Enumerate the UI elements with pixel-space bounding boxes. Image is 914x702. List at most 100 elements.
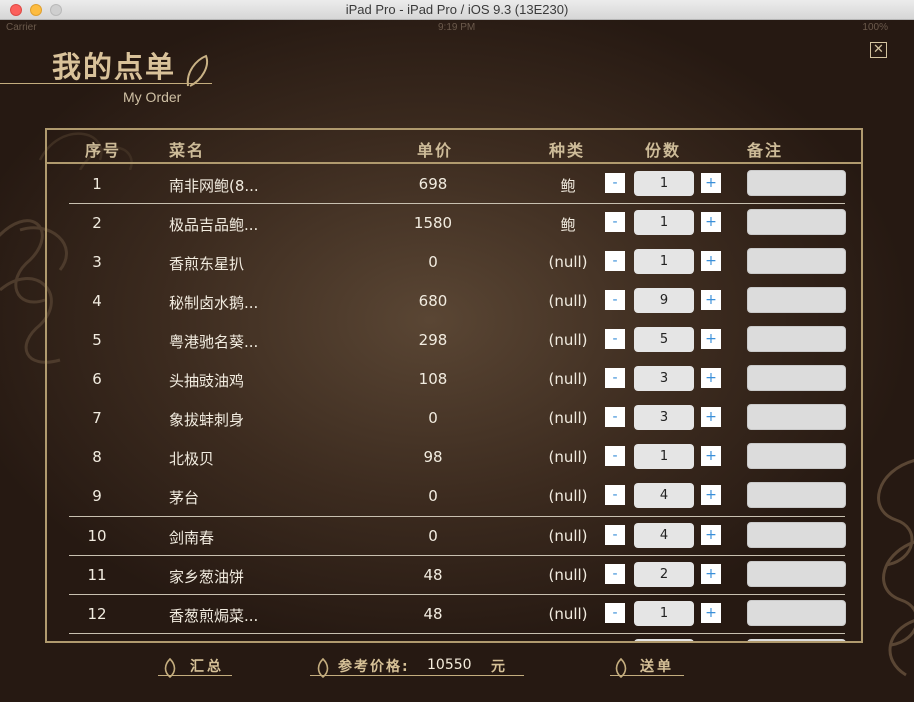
dish-name: 南非网鲍(8... xyxy=(169,177,259,195)
decrease-button[interactable]: - xyxy=(605,485,625,505)
increase-button[interactable]: + xyxy=(701,251,721,271)
quantity-field-partial xyxy=(634,639,694,641)
close-button[interactable]: ✕ xyxy=(870,42,887,58)
ref-price-label: 参考价格: xyxy=(338,659,410,675)
row-number: 6 xyxy=(92,370,102,388)
window-title: iPad Pro - iPad Pro / iOS 9.3 (13E230) xyxy=(345,2,569,17)
decrease-button[interactable]: - xyxy=(605,446,625,466)
dish-type: (null) xyxy=(548,370,588,388)
dish-name: 极品吉品鲍... xyxy=(169,216,259,234)
title-underline xyxy=(0,83,212,84)
total-price: 10550 xyxy=(427,657,472,673)
note-input[interactable] xyxy=(747,522,846,548)
increase-button[interactable]: + xyxy=(701,485,721,505)
quantity-field[interactable]: 1 xyxy=(634,444,694,469)
decrease-button[interactable]: - xyxy=(605,329,625,349)
table-row: 2 极品吉品鲍... 1580 鲍 - 1 + xyxy=(47,203,861,242)
submit-order-button[interactable]: 送单 xyxy=(640,656,674,676)
note-input[interactable] xyxy=(747,209,846,235)
increase-button[interactable]: + xyxy=(701,525,721,545)
increase-button[interactable]: + xyxy=(701,603,721,623)
quantity-field[interactable]: 4 xyxy=(634,483,694,508)
quantity-field[interactable]: 1 xyxy=(634,171,694,196)
decrease-button[interactable]: - xyxy=(605,212,625,232)
note-input[interactable] xyxy=(747,287,846,313)
simulator-window: iPad Pro - iPad Pro / iOS 9.3 (13E230) C… xyxy=(0,0,914,702)
dish-type: (null) xyxy=(548,331,588,349)
currency-unit: 元 xyxy=(491,659,505,675)
increase-button[interactable]: + xyxy=(701,173,721,193)
decrease-button[interactable]: - xyxy=(605,564,625,584)
quantity-field[interactable]: 9 xyxy=(634,288,694,313)
table-header: 序号 菜名 单价 种类 份数 备注 xyxy=(47,130,861,164)
ref-price-underline xyxy=(310,675,524,676)
dish-price: 1580 xyxy=(413,214,453,232)
increase-button[interactable]: + xyxy=(701,329,721,349)
note-input[interactable] xyxy=(747,170,846,196)
table-row: 10 剑南春 0 (null) - 4 + xyxy=(47,516,861,555)
quantity-field[interactable]: 2 xyxy=(634,562,694,587)
summary-button[interactable]: 汇总 xyxy=(190,656,224,676)
header-num: 序号 xyxy=(85,141,122,160)
page-title: 我的点单 xyxy=(52,50,177,84)
page-subtitle: My Order xyxy=(123,89,182,105)
note-input[interactable] xyxy=(747,404,846,430)
dish-name: 茅台 xyxy=(169,489,200,507)
status-time: 9:19 PM xyxy=(438,22,476,33)
increase-button[interactable]: + xyxy=(701,368,721,388)
decrease-button[interactable]: - xyxy=(605,173,625,193)
note-input[interactable] xyxy=(747,443,846,469)
dish-type: (null) xyxy=(548,253,588,271)
increase-button[interactable]: + xyxy=(701,212,721,232)
table-row: 8 北极贝 98 (null) - 1 + xyxy=(47,437,861,476)
quantity-field[interactable]: 5 xyxy=(634,327,694,352)
increase-button[interactable]: + xyxy=(701,564,721,584)
decrease-button[interactable]: - xyxy=(605,525,625,545)
table-row: 11 家乡葱油饼 48 (null) - 2 + xyxy=(47,555,861,594)
increase-button[interactable]: + xyxy=(701,407,721,427)
dish-type: (null) xyxy=(548,605,588,623)
quantity-field[interactable]: 4 xyxy=(634,523,694,548)
row-number: 12 xyxy=(87,605,107,623)
dish-name: 秘制卤水鹅... xyxy=(169,294,259,312)
note-input[interactable] xyxy=(747,482,846,508)
decrease-button[interactable]: - xyxy=(605,407,625,427)
quantity-field[interactable]: 1 xyxy=(634,601,694,626)
decrease-button[interactable]: - xyxy=(605,251,625,271)
dish-name: 头抽豉油鸡 xyxy=(169,372,245,390)
header-price: 单价 xyxy=(417,141,454,160)
table-row: 5 粤港驰名葵... 298 (null) - 5 + xyxy=(47,320,861,359)
table-row: 1 南非网鲍(8... 698 鲍 - 1 + xyxy=(47,164,861,203)
decrease-button[interactable]: - xyxy=(605,368,625,388)
dish-name: 象拔蚌刺身 xyxy=(169,411,245,429)
increase-button[interactable]: + xyxy=(701,446,721,466)
quantity-field[interactable]: 1 xyxy=(634,249,694,274)
decrease-button[interactable]: - xyxy=(605,290,625,310)
note-input[interactable] xyxy=(747,248,846,274)
note-input[interactable] xyxy=(747,365,846,391)
note-input[interactable] xyxy=(747,326,846,352)
table-row: 4 秘制卤水鹅... 680 (null) - 9 + xyxy=(47,281,861,320)
dish-price: 0 xyxy=(428,487,438,505)
quantity-field[interactable]: 3 xyxy=(634,366,694,391)
row-number: 1 xyxy=(92,175,102,193)
quantity-field[interactable]: 1 xyxy=(634,210,694,235)
note-input[interactable] xyxy=(747,561,846,587)
note-input-partial xyxy=(747,639,846,641)
dish-price: 0 xyxy=(428,409,438,427)
dish-price: 298 xyxy=(418,331,448,349)
quantity-field[interactable]: 3 xyxy=(634,405,694,430)
dish-name: 香葱煎焗菜... xyxy=(169,607,259,625)
increase-button[interactable]: + xyxy=(701,290,721,310)
header-type: 种类 xyxy=(549,141,586,160)
dish-price: 698 xyxy=(418,175,448,193)
table-row: 6 头抽豉油鸡 108 (null) - 3 + xyxy=(47,359,861,398)
row-number: 7 xyxy=(92,409,102,427)
dish-type: (null) xyxy=(548,292,588,310)
summary-underline xyxy=(158,675,232,676)
dish-price: 48 xyxy=(423,566,443,584)
row-number: 5 xyxy=(92,331,102,349)
dish-type: (null) xyxy=(548,448,588,466)
note-input[interactable] xyxy=(747,600,846,626)
decrease-button[interactable]: - xyxy=(605,603,625,623)
